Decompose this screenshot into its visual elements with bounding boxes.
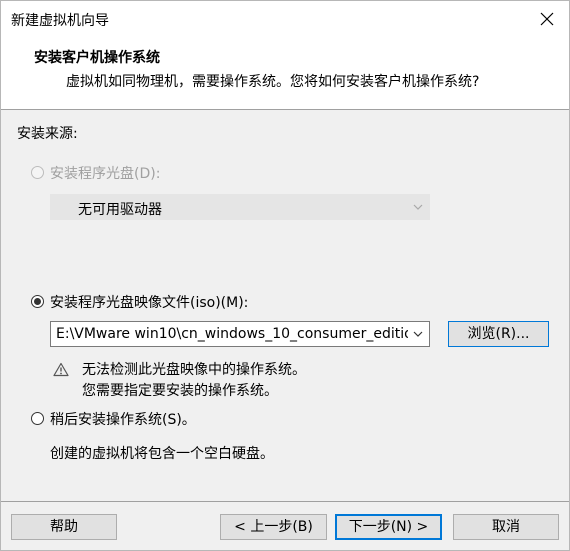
iso-warning-line1: 无法检测此光盘映像中的操作系统。 <box>82 362 306 378</box>
radio-iso-label: 安装程序光盘映像文件(iso)(M): <box>50 295 249 311</box>
iso-path-select[interactable]: E:\VMware win10\cn_windows_10_consumer_e… <box>50 321 430 347</box>
warning-icon <box>53 362 69 377</box>
new-vm-wizard-window: 新建虚拟机向导 安装客户机操作系统 虚拟机如同物理机，需要操作系统。您将如何安装… <box>0 0 570 551</box>
radio-install-later[interactable]: 稍后安装操作系统(S)。 <box>31 409 231 429</box>
page-title: 安装客户机操作系统 <box>34 50 160 66</box>
wizard-footer: 帮助 < 上一步(B) 下一步(N) > 取消 <box>1 502 569 550</box>
wizard-header: 安装客户机操作系统 虚拟机如同物理机，需要操作系统。您将如何安装客户机操作系统? <box>1 35 569 107</box>
radio-iso-indicator[interactable] <box>31 295 44 308</box>
radio-later-label: 稍后安装操作系统(S)。 <box>50 412 196 428</box>
radio-later-indicator[interactable] <box>31 412 44 425</box>
help-button[interactable]: 帮助 <box>11 514 117 540</box>
back-button[interactable]: < 上一步(B) <box>220 514 327 540</box>
page-subtitle: 虚拟机如同物理机，需要操作系统。您将如何安装客户机操作系统? <box>66 74 480 90</box>
install-source-label: 安装来源: <box>17 126 78 142</box>
cancel-button[interactable]: 取消 <box>453 514 559 540</box>
browse-button[interactable]: 浏览(R)... <box>448 321 549 347</box>
close-icon <box>540 12 554 26</box>
radio-disc-label: 安装程序光盘(D): <box>50 166 161 182</box>
title-bar[interactable]: 新建虚拟机向导 <box>1 1 569 35</box>
wizard-content: 安装来源: 安装程序光盘(D): 无可用驱动器 安装程序光盘映像文件(iso)(… <box>1 110 569 550</box>
iso-warning-line2: 您需要指定要安装的操作系统。 <box>82 383 278 399</box>
radio-disc-indicator[interactable] <box>31 166 44 179</box>
drive-select[interactable]: 无可用驱动器 <box>50 194 430 220</box>
drive-select-value: 无可用驱动器 <box>78 202 162 218</box>
window-title: 新建虚拟机向导 <box>11 13 109 29</box>
iso-path-value[interactable]: E:\VMware win10\cn_windows_10_consumer_e… <box>56 326 408 342</box>
chevron-down-icon[interactable] <box>413 330 423 338</box>
radio-install-disc[interactable]: 安装程序光盘(D): <box>31 163 231 183</box>
later-description: 创建的虚拟机将包含一个空白硬盘。 <box>50 446 274 462</box>
chevron-down-icon <box>413 204 423 210</box>
close-button[interactable] <box>535 7 559 31</box>
radio-install-iso[interactable]: 安装程序光盘映像文件(iso)(M): <box>31 292 331 312</box>
next-button[interactable]: 下一步(N) > <box>335 514 442 540</box>
